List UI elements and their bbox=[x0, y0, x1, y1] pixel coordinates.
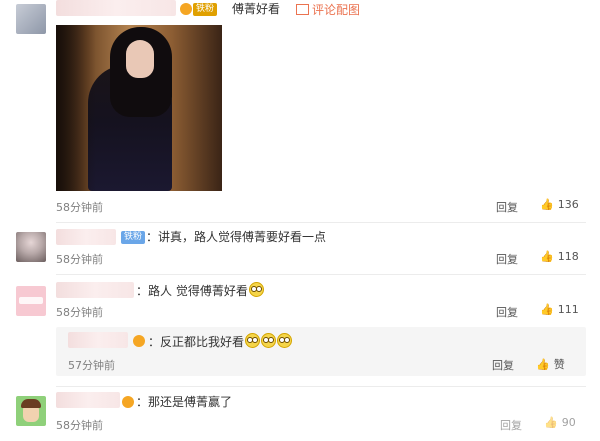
like-count: 90 bbox=[561, 416, 576, 429]
emoji-icon bbox=[277, 333, 293, 348]
reply-button[interactable]: 回复 bbox=[496, 251, 518, 267]
avatar[interactable] bbox=[16, 4, 46, 34]
comment-text-body: 那还是傅菁赢了 bbox=[148, 395, 233, 409]
comment-text: ：路人 觉得傅菁好看 bbox=[136, 282, 264, 299]
photo-face bbox=[126, 40, 154, 78]
vip-icon bbox=[180, 3, 192, 15]
comment-text: 傅菁好看 bbox=[232, 2, 281, 16]
photo-dark-edge bbox=[56, 25, 96, 191]
fan-badge: 铁粉 bbox=[121, 231, 146, 244]
thumb-up-icon: 👍 bbox=[536, 357, 550, 371]
username-blurred[interactable] bbox=[56, 282, 134, 298]
comment-text-body: 路人 觉得傅菁好看 bbox=[148, 284, 248, 298]
comment-text: ：那还是傅菁赢了 bbox=[136, 394, 232, 410]
like-count: 136 bbox=[557, 198, 579, 211]
thumb-up-icon: 👍 bbox=[544, 416, 558, 429]
emoji-icon bbox=[248, 282, 264, 297]
like-button[interactable]: 👍 90 bbox=[544, 416, 576, 429]
comment-pic-link[interactable]: 评论配图 bbox=[296, 1, 360, 18]
avatar[interactable] bbox=[16, 286, 46, 316]
divider bbox=[56, 386, 586, 387]
reply-button[interactable]: 回复 bbox=[496, 304, 518, 320]
reply-button[interactable]: 回复 bbox=[500, 417, 522, 433]
like-button[interactable]: 👍 136 bbox=[540, 198, 579, 211]
comment-pic-label: 评论配图 bbox=[312, 3, 361, 17]
like-label: 赞 bbox=[553, 358, 565, 371]
sub-reply-text: ：反正都比我好看 bbox=[148, 333, 293, 350]
thumb-up-icon: 👍 bbox=[540, 303, 554, 316]
comment-time: 58分钟前 bbox=[56, 306, 103, 319]
comment-time: 58分钟前 bbox=[56, 201, 103, 214]
like-count: 118 bbox=[557, 250, 579, 263]
vip-icon bbox=[133, 335, 145, 347]
text-colon: ： bbox=[146, 230, 159, 244]
text-colon: ： bbox=[136, 395, 149, 409]
text-colon: ： bbox=[148, 335, 161, 349]
avatar[interactable] bbox=[16, 396, 46, 426]
divider bbox=[56, 222, 586, 223]
like-button[interactable]: 👍 111 bbox=[540, 303, 579, 316]
fan-badge: 铁粉 bbox=[193, 3, 218, 16]
comment-image[interactable] bbox=[56, 25, 222, 191]
image-icon bbox=[296, 4, 309, 15]
emoji-icon bbox=[245, 333, 261, 348]
username-blurred[interactable] bbox=[56, 229, 116, 245]
comment-time: 58分钟前 bbox=[56, 253, 103, 266]
like-button[interactable]: 👍 118 bbox=[540, 250, 579, 263]
sub-reply-text-body: 反正都比我好看 bbox=[160, 335, 245, 349]
avatar-hair bbox=[21, 399, 41, 408]
like-count: 111 bbox=[557, 303, 579, 316]
avatar[interactable] bbox=[16, 232, 46, 262]
username-blurred[interactable] bbox=[56, 0, 176, 16]
username-blurred[interactable] bbox=[68, 332, 128, 348]
thumb-up-icon: 👍 bbox=[540, 198, 554, 211]
reply-button[interactable]: 回复 bbox=[496, 199, 518, 215]
emoji-icon bbox=[261, 333, 277, 348]
divider bbox=[56, 274, 586, 275]
reply-button[interactable]: 回复 bbox=[492, 357, 514, 373]
comment-text-body: 讲真，路人觉得傅菁要好看一点 bbox=[158, 230, 327, 244]
text-colon: ： bbox=[136, 284, 149, 298]
sub-reply-time: 57分钟前 bbox=[68, 359, 115, 372]
avatar-logo bbox=[19, 297, 43, 304]
comment-time: 58分钟前 bbox=[56, 419, 103, 432]
like-button[interactable]: 👍 赞 bbox=[536, 356, 565, 372]
thumb-up-icon: 👍 bbox=[540, 250, 554, 263]
comment-text: ：讲真，路人觉得傅菁要好看一点 bbox=[146, 229, 326, 245]
vip-icon bbox=[122, 396, 134, 408]
username-blurred[interactable] bbox=[56, 392, 120, 408]
